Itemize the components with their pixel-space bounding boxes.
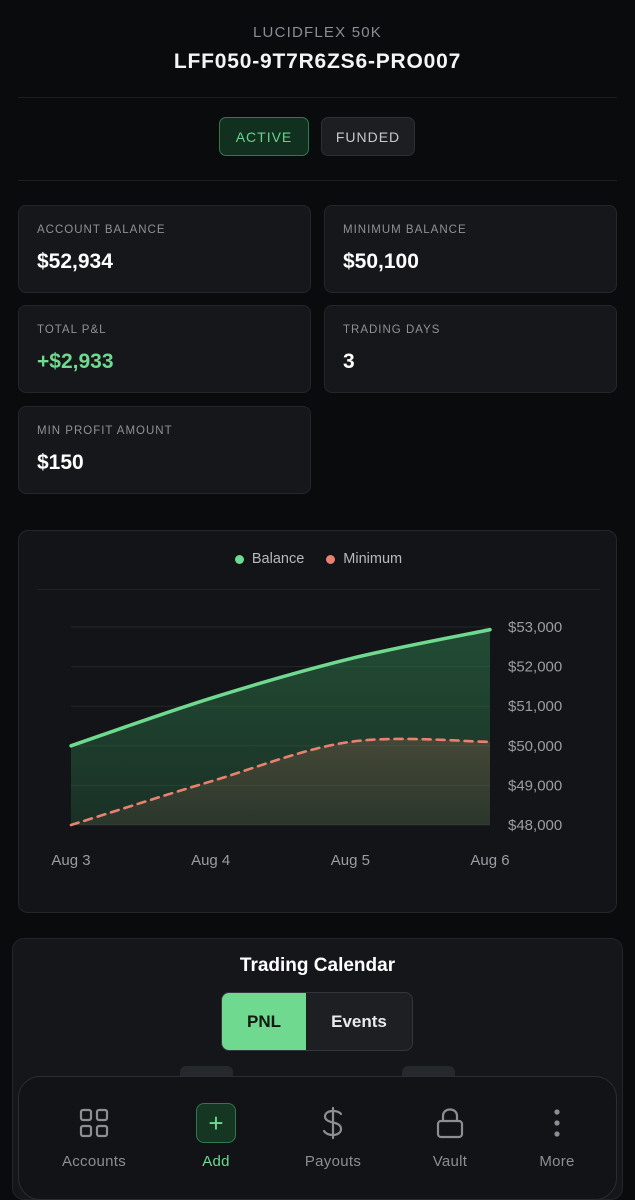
calendar-view-toggle: PNL Events (221, 992, 413, 1051)
nav-add[interactable]: + Add (161, 1077, 271, 1200)
x-tick-label: Aug 6 (470, 852, 509, 869)
total-pnl-label: TOTAL P&L (37, 324, 107, 336)
y-tick-label: $50,000 (508, 738, 562, 755)
nav-label-vault: Vault (432, 1153, 468, 1170)
y-tick-label: $51,000 (508, 698, 562, 715)
status-badge-active[interactable]: ACTIVE (219, 117, 309, 156)
y-tick-label: $48,000 (508, 817, 562, 834)
account-balance-card: ACCOUNT BALANCE $52,934 (18, 205, 311, 293)
min-profit-card: MIN PROFIT AMOUNT $150 (18, 406, 311, 494)
account-balance-value: $52,934 (37, 250, 113, 273)
lock-icon (430, 1103, 470, 1143)
nav-accounts[interactable]: Accounts (39, 1077, 149, 1200)
badges-divider (18, 180, 617, 181)
total-pnl-value: +$2,933 (37, 350, 114, 373)
grid-icon (74, 1103, 114, 1143)
trading-days-card: TRADING DAYS 3 (324, 305, 617, 393)
y-tick-label: $53,000 (508, 619, 562, 636)
x-tick-label: Aug 5 (331, 852, 370, 869)
x-tick-label: Aug 3 (51, 852, 90, 869)
nav-label-add: Add (202, 1153, 230, 1170)
nav-label-more: More (539, 1153, 575, 1170)
header-divider (18, 97, 617, 98)
minimum-balance-label: MINIMUM BALANCE (343, 224, 467, 236)
tab-pnl[interactable]: PNL (222, 993, 306, 1050)
trading-days-value: 3 (343, 350, 355, 373)
balance-chart: $53,000 $52,000 $51,000 $50,000 $49,000 $48,0… (51, 619, 562, 869)
trading-days-label: TRADING DAYS (343, 324, 441, 336)
account-type: LUCIDFLEX 50K (253, 24, 382, 41)
nav-more[interactable]: More (502, 1077, 612, 1200)
minimum-balance-card: MINIMUM BALANCE $50,100 (324, 205, 617, 293)
more-vertical-icon (537, 1103, 577, 1143)
min-profit-label: MIN PROFIT AMOUNT (37, 425, 173, 437)
nav-label-accounts: Accounts (61, 1153, 127, 1170)
nav-vault[interactable]: Vault (395, 1077, 505, 1200)
account-header: LUCIDFLEX 50K LFF050-9T7R6ZS6-PRO007 (0, 0, 635, 100)
balance-chart-card: Balance Minimum $53,000 $52,000 $51,000 $50… (18, 530, 617, 913)
min-profit-value: $150 (37, 451, 84, 474)
dollar-icon (313, 1103, 353, 1143)
y-tick-label: $49,000 (508, 777, 562, 794)
bottom-nav: Accounts + Add Payouts Vault More (18, 1076, 617, 1200)
nav-label-payouts: Payouts (304, 1153, 362, 1170)
tab-events[interactable]: Events (306, 993, 412, 1050)
account-balance-label: ACCOUNT BALANCE (37, 224, 166, 236)
plus-icon: + (196, 1103, 236, 1143)
minimum-balance-value: $50,100 (343, 250, 419, 273)
y-tick-label: $52,000 (508, 659, 562, 676)
nav-payouts[interactable]: Payouts (278, 1077, 388, 1200)
account-id: LFF050-9T7R6ZS6-PRO007 (173, 50, 462, 73)
x-tick-label: Aug 4 (191, 852, 230, 869)
trading-calendar-title: Trading Calendar (239, 955, 396, 976)
total-pnl-card: TOTAL P&L +$2,933 (18, 305, 311, 393)
status-badge-funded[interactable]: FUNDED (321, 117, 415, 156)
